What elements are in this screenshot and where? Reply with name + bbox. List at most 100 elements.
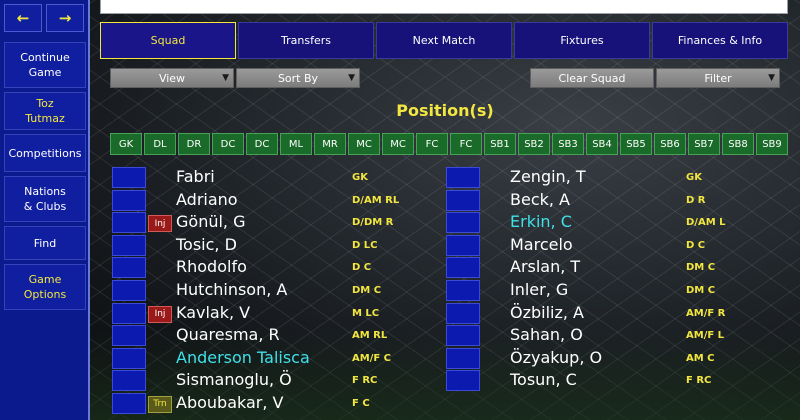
player-name[interactable]: Özyakup, O: [510, 348, 602, 367]
tab-transfers[interactable]: Transfers: [238, 22, 374, 59]
continue-game-button[interactable]: Continue Game: [4, 42, 86, 88]
player-name[interactable]: Beck, A: [510, 190, 570, 209]
player-row[interactable]: Trn Aboubakar, V F C: [112, 392, 442, 415]
nations-clubs-button[interactable]: Nations & Clubs: [4, 176, 86, 222]
position-tab-sb5[interactable]: SB5: [620, 133, 652, 155]
selection-slot[interactable]: [112, 234, 146, 256]
back-arrow-icon[interactable]: ←: [4, 4, 42, 32]
player-row[interactable]: Inler, G DM C: [446, 279, 786, 302]
position-tab-mc[interactable]: MC: [382, 133, 414, 155]
selection-slot[interactable]: [446, 257, 480, 279]
position-tab-sb2[interactable]: SB2: [518, 133, 550, 155]
selection-slot[interactable]: [112, 347, 146, 369]
forward-arrow-icon[interactable]: →: [46, 4, 84, 32]
player-name[interactable]: Tosun, C: [510, 370, 577, 389]
selection-slot[interactable]: [446, 189, 480, 211]
position-tab-dc[interactable]: DC: [246, 133, 278, 155]
position-tab-sb7[interactable]: SB7: [688, 133, 720, 155]
selection-slot[interactable]: [446, 212, 480, 234]
player-row[interactable]: Erkin, C D/AM L: [446, 211, 786, 234]
player-row[interactable]: Özbiliz, A AM/F R: [446, 302, 786, 325]
find-button[interactable]: Find: [4, 226, 86, 260]
player-row[interactable]: Hutchinson, A DM C: [112, 279, 442, 302]
position-tab-dc[interactable]: DC: [212, 133, 244, 155]
player-row[interactable]: Adriano D/AM RL: [112, 189, 442, 212]
position-tab-sb8[interactable]: SB8: [722, 133, 754, 155]
tab-finances-info[interactable]: Finances & Info: [652, 22, 788, 59]
competitions-button[interactable]: Competitions: [4, 134, 86, 172]
position-tab-mc[interactable]: MC: [348, 133, 380, 155]
player-name[interactable]: Kavlak, V: [176, 303, 250, 322]
player-row[interactable]: Tosic, D D LC: [112, 234, 442, 257]
selection-slot[interactable]: [112, 257, 146, 279]
position-tab-ml[interactable]: ML: [280, 133, 312, 155]
player-name[interactable]: Aboubakar, V: [176, 393, 283, 412]
player-row[interactable]: Fabri GK: [112, 166, 442, 189]
player-name[interactable]: Quaresma, R: [176, 325, 280, 344]
selection-slot[interactable]: [112, 189, 146, 211]
selection-slot[interactable]: [446, 325, 480, 347]
player-name[interactable]: Inler, G: [510, 280, 568, 299]
player-row[interactable]: Marcelo D C: [446, 234, 786, 257]
position-tab-sb3[interactable]: SB3: [552, 133, 584, 155]
selection-slot[interactable]: [446, 234, 480, 256]
position-tab-fc[interactable]: FC: [450, 133, 482, 155]
player-name[interactable]: Zengin, T: [510, 167, 586, 186]
player-row[interactable]: Anderson Talisca AM/F C: [112, 347, 442, 370]
tab-squad[interactable]: Squad: [100, 22, 236, 59]
player-name[interactable]: Anderson Talisca: [176, 348, 310, 367]
sort-by-dropdown[interactable]: Sort By ▼: [236, 68, 360, 88]
player-name[interactable]: Fabri: [176, 167, 215, 186]
player-row[interactable]: Sahan, O AM/F L: [446, 324, 786, 347]
player-row[interactable]: Beck, A D R: [446, 189, 786, 212]
selection-slot[interactable]: [446, 302, 480, 324]
player-row[interactable]: Zengin, T GK: [446, 166, 786, 189]
tab-next-match[interactable]: Next Match: [376, 22, 512, 59]
selection-slot[interactable]: [446, 279, 480, 301]
player-name[interactable]: Erkin, C: [510, 212, 572, 231]
player-row[interactable]: Rhodolfo D C: [112, 256, 442, 279]
game-options-button[interactable]: Game Options: [4, 264, 86, 310]
player-row[interactable]: Tosun, C F RC: [446, 369, 786, 392]
position-tab-sb6[interactable]: SB6: [654, 133, 686, 155]
player-name[interactable]: Sismanoglu, Ö: [176, 370, 292, 389]
position-tab-fc[interactable]: FC: [416, 133, 448, 155]
filter-dropdown[interactable]: Filter ▼: [656, 68, 780, 88]
selection-slot[interactable]: [112, 212, 146, 234]
player-name[interactable]: Sahan, O: [510, 325, 583, 344]
player-row[interactable]: Inj Gönül, G D/DM R: [112, 211, 442, 234]
clear-squad-button[interactable]: Clear Squad: [530, 68, 654, 88]
player-row[interactable]: Quaresma, R AM RL: [112, 324, 442, 347]
selection-slot[interactable]: [446, 347, 480, 369]
selection-slot[interactable]: [112, 167, 146, 188]
selection-slot[interactable]: [112, 302, 146, 324]
player-name[interactable]: Marcelo: [510, 235, 573, 254]
selection-slot[interactable]: [112, 279, 146, 301]
player-row[interactable]: Inj Kavlak, V M LC: [112, 302, 442, 325]
selection-slot[interactable]: [112, 392, 146, 414]
selection-slot[interactable]: [446, 167, 480, 188]
tab-fixtures[interactable]: Fixtures: [514, 22, 650, 59]
selection-slot[interactable]: [112, 370, 146, 392]
player-name[interactable]: Özbiliz, A: [510, 303, 584, 322]
position-tab-gk[interactable]: GK: [110, 133, 142, 155]
position-tab-sb4[interactable]: SB4: [586, 133, 618, 155]
selection-slot[interactable]: [112, 325, 146, 347]
player-name[interactable]: Hutchinson, A: [176, 280, 287, 299]
player-name[interactable]: Tosic, D: [176, 235, 237, 254]
club-button[interactable]: Toz Tutmaz: [4, 92, 86, 130]
position-tab-dl[interactable]: DL: [144, 133, 176, 155]
player-row[interactable]: Sismanoglu, Ö F RC: [112, 369, 442, 392]
player-row[interactable]: Özyakup, O AM C: [446, 347, 786, 370]
player-name[interactable]: Rhodolfo: [176, 257, 247, 276]
player-row[interactable]: Arslan, T DM C: [446, 256, 786, 279]
position-tab-dr[interactable]: DR: [178, 133, 210, 155]
player-name[interactable]: Gönül, G: [176, 212, 245, 231]
player-name[interactable]: Arslan, T: [510, 257, 580, 276]
view-dropdown[interactable]: View ▼: [110, 68, 234, 88]
selection-slot[interactable]: [446, 370, 480, 392]
position-tab-sb1[interactable]: SB1: [484, 133, 516, 155]
position-tab-sb9[interactable]: SB9: [756, 133, 788, 155]
position-tab-mr[interactable]: MR: [314, 133, 346, 155]
player-name[interactable]: Adriano: [176, 190, 238, 209]
